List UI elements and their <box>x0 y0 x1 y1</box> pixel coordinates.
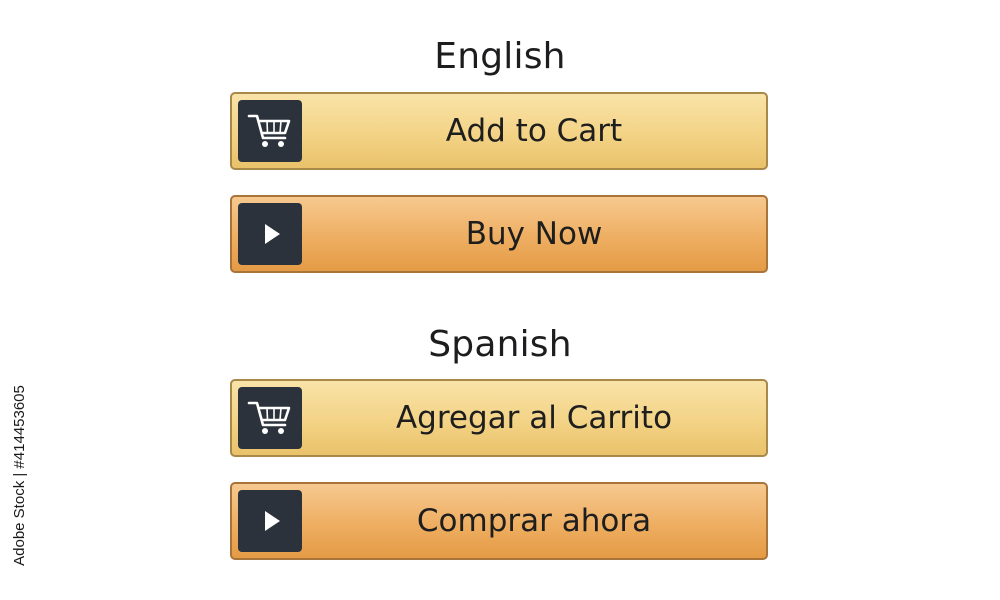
add-to-cart-label: Add to Cart <box>445 113 623 149</box>
buy-now-button[interactable]: Buy Now <box>230 195 768 273</box>
cart-icon <box>238 100 302 162</box>
play-icon <box>238 490 302 552</box>
stock-watermark: Adobe Stock | #414453605 <box>8 360 30 590</box>
section-title-english: English <box>434 36 566 77</box>
section-title-spanish: Spanish <box>428 324 572 365</box>
comprar-ahora-label: Comprar ahora <box>416 503 652 539</box>
page: English Add to Cart Buy Now Spanish Agre… <box>0 0 1000 600</box>
agregar-al-carrito-button[interactable]: Agregar al Carrito <box>230 379 768 457</box>
cart-icon <box>238 387 302 449</box>
add-to-cart-button[interactable]: Add to Cart <box>230 92 768 170</box>
buy-now-label: Buy Now <box>465 216 603 252</box>
agregar-al-carrito-label: Agregar al Carrito <box>395 400 673 436</box>
watermark-text: Adobe Stock | #414453605 <box>10 384 28 566</box>
play-icon <box>238 203 302 265</box>
comprar-ahora-button[interactable]: Comprar ahora <box>230 482 768 560</box>
